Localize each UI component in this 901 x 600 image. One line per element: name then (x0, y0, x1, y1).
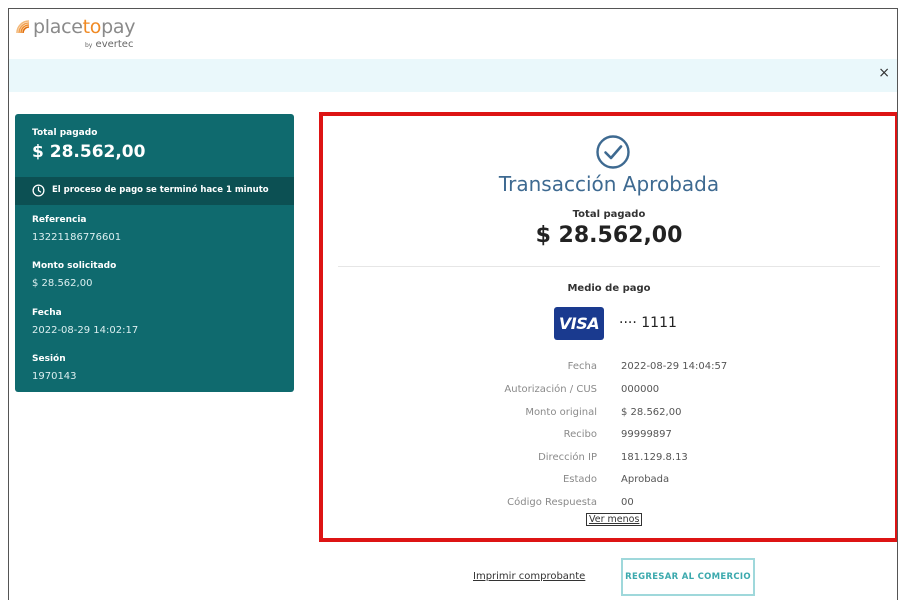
referencia-value: 13221186776601 (32, 232, 122, 243)
payment-summary-panel: Total pagado $ 28.562,00 El proceso de p… (15, 114, 294, 392)
info-banner: × (9, 59, 897, 92)
return-to-merchant-button[interactable]: REGRESAR AL COMERCIO (621, 558, 755, 596)
placetopay-logo: placetopay (15, 16, 135, 38)
referencia-label: Referencia (32, 215, 87, 225)
detail-label-ip: Dirección IP (538, 452, 597, 463)
print-receipt-link[interactable]: Imprimir comprobante (473, 571, 585, 582)
monto-label: Monto solicitado (32, 261, 117, 271)
sesion-value: 1970143 (32, 371, 77, 382)
status-text: El proceso de pago se terminó hace 1 min… (52, 185, 269, 195)
summary-total-value: $ 28.562,00 (32, 142, 146, 162)
detail-label-monto-original: Monto original (525, 407, 597, 418)
ver-menos-link[interactable]: Ver menos (586, 513, 643, 526)
detail-value-recibo: 99999897 (621, 429, 672, 440)
monto-value: $ 28.562,00 (32, 278, 93, 289)
detail-label-recibo: Recibo (563, 429, 597, 440)
detail-label-estado: Estado (562, 474, 597, 485)
detail-value-ip: 181.129.8.13 (621, 452, 688, 463)
transaction-result-card: Transacción Aprobada Total pagado $ 28.5… (319, 112, 897, 542)
result-total-value: $ 28.562,00 (535, 223, 683, 248)
visa-icon: VISA (554, 307, 604, 340)
logo-mark-icon (16, 20, 30, 34)
close-icon[interactable]: × (878, 65, 890, 81)
logo-subtitle: by evertec (85, 39, 134, 50)
result-title: Transacción Aprobada (498, 172, 720, 196)
header: placetopay by evertec (9, 9, 897, 59)
detail-value-autorizacion: 000000 (621, 384, 660, 395)
summary-total-label: Total pagado (32, 128, 98, 138)
result-total-label: Total pagado (572, 209, 646, 220)
detail-value-fecha: 2022-08-29 14:04:57 (621, 361, 728, 372)
sesion-label: Sesión (32, 354, 66, 364)
card-number: ···· 1111 (619, 315, 677, 331)
fecha-label: Fecha (32, 308, 62, 318)
payment-method-label: Medio de pago (567, 283, 651, 294)
detail-value-monto-original: $ 28.562,00 (621, 407, 682, 418)
status-bar: El proceso de pago se terminó hace 1 min… (15, 177, 294, 205)
check-circle-icon (596, 135, 630, 169)
fecha-value: 2022-08-29 14:02:17 (32, 325, 139, 336)
detail-value-codigo: 00 (621, 497, 634, 508)
clock-icon (32, 184, 45, 197)
detail-label-fecha: Fecha (567, 361, 597, 372)
detail-value-estado: Aprobada (621, 474, 670, 485)
logo-text: placetopay (33, 16, 136, 38)
divider (338, 266, 880, 267)
detail-label-autorizacion: Autorización / CUS (504, 384, 597, 395)
checkout-window: placetopay by evertec × Total pagado $ 2… (8, 8, 898, 600)
detail-label-codigo: Código Respuesta (507, 497, 597, 508)
